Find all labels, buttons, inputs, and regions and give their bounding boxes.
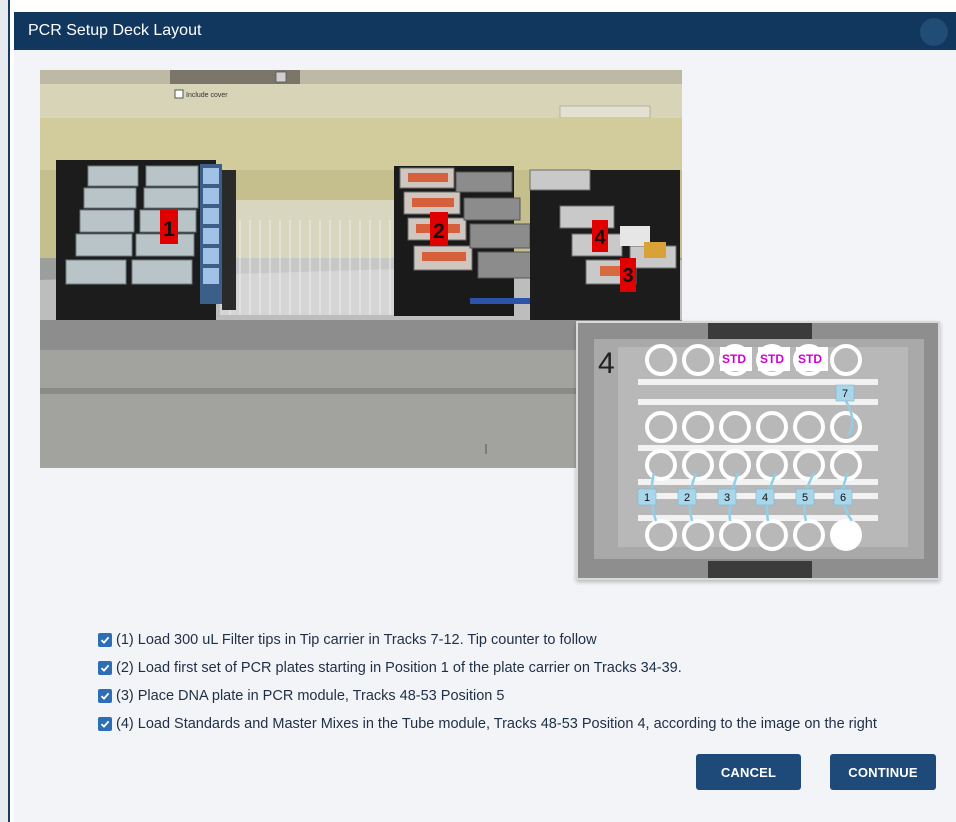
checkmark-icon (100, 720, 110, 728)
step-4-label: (4) Load Standards and Master Mixes in t… (116, 716, 877, 732)
step-1-checkbox[interactable] (98, 633, 112, 647)
module-number-label: 4 (598, 347, 615, 380)
position-marker-3: 3 (622, 265, 633, 287)
cancel-button[interactable]: CANCEL (696, 754, 801, 790)
step-3-checkbox[interactable] (98, 689, 112, 703)
tube-number-1: 1 (644, 492, 650, 504)
checkmark-icon (100, 664, 110, 672)
tube-number-7: 7 (842, 388, 848, 400)
checklist-item-2: (2) Load first set of PCR plates startin… (98, 654, 956, 682)
tube-number-4: 4 (762, 492, 768, 504)
checklist-item-1: (1) Load 300 uL Filter tips in Tip carri… (98, 626, 956, 654)
dialog-title: PCR Setup Deck Layout (28, 22, 202, 39)
step-1-label: (1) Load 300 uL Filter tips in Tip carri… (116, 632, 597, 648)
tube-number-5: 5 (802, 492, 808, 504)
position-marker-2: 2 (433, 220, 445, 243)
position-marker-4: 4 (594, 227, 606, 249)
dialog-titlebar: PCR Setup Deck Layout (14, 12, 956, 50)
step-2-checkbox[interactable] (98, 661, 112, 675)
step-3-label: (3) Place DNA plate in PCR module, Track… (116, 688, 505, 704)
step-2-label: (2) Load first set of PCR plates startin… (116, 660, 682, 676)
tube-number-6: 6 (840, 492, 846, 504)
continue-button[interactable]: CONTINUE (830, 754, 936, 790)
tube-number-3: 3 (724, 492, 730, 504)
window-left-edge (0, 0, 10, 822)
checkmark-icon (100, 636, 110, 644)
checklist-item-3: (3) Place DNA plate in PCR module, Track… (98, 682, 956, 710)
position-marker-1: 1 (163, 218, 175, 241)
std-label-3: STD (798, 352, 822, 366)
step-4-checkbox[interactable] (98, 717, 112, 731)
include-cover-label: Include cover (186, 92, 228, 99)
std-label-2: STD (760, 352, 784, 366)
setup-checklist: (1) Load 300 uL Filter tips in Tip carri… (98, 626, 956, 738)
checkmark-icon (100, 692, 110, 700)
tube-number-2: 2 (684, 492, 690, 504)
checklist-item-4: (4) Load Standards and Master Mixes in t… (98, 710, 956, 738)
tube-module-inset: 4 STD STD STD 1 2 3 4 5 6 7 (576, 321, 940, 580)
std-label-1: STD (722, 352, 746, 366)
app-logo-icon (920, 18, 948, 46)
